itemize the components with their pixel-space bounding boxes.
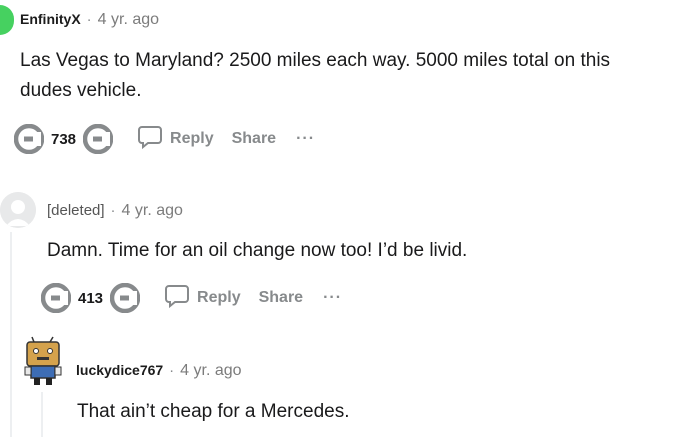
reply-label: Reply — [170, 130, 214, 147]
reply-button[interactable]: Reply — [164, 283, 241, 314]
avatar[interactable] — [0, 5, 14, 35]
deleted-user-icon — [0, 192, 36, 228]
upvote-icon[interactable] — [14, 124, 44, 154]
comment-body-line: Las Vegas to Maryland? 2500 miles each w… — [20, 50, 611, 71]
share-label: Share — [258, 289, 304, 306]
reply-button[interactable]: Reply — [137, 124, 214, 155]
comment-body-line: dudes vehicle. — [20, 80, 142, 101]
timestamp[interactable]: 4 yr. ago — [122, 202, 183, 220]
vote-count: 413 — [78, 289, 104, 307]
meta-separator: · — [110, 202, 116, 219]
share-button[interactable]: Share — [259, 289, 303, 307]
avatar[interactable] — [0, 192, 36, 228]
vote-count: 738 — [51, 130, 77, 148]
meta-separator: · — [86, 11, 92, 28]
timestamp[interactable]: 4 yr. ago — [98, 11, 159, 29]
comment-meta: luckydice767 · 4 yr. ago — [76, 362, 242, 380]
share-button[interactable]: Share — [232, 130, 276, 148]
speech-bubble-icon — [164, 283, 190, 314]
comment-meta: [deleted] · 4 yr. ago — [47, 202, 183, 220]
share-label: Share — [231, 130, 277, 147]
timestamp[interactable]: 4 yr. ago — [180, 362, 241, 380]
downvote-icon[interactable] — [110, 283, 141, 313]
comment-actions: 413 Reply Share ··· — [41, 280, 342, 316]
vote-controls: 738 — [14, 124, 114, 154]
comment-body: Las Vegas to Maryland? 2500 miles each w… — [20, 46, 610, 106]
username[interactable]: EnfinityX — [20, 11, 81, 27]
more-options-button[interactable]: ··· — [296, 130, 315, 148]
meta-separator: · — [169, 362, 175, 379]
comment-actions: 738 Reply Share ··· — [14, 121, 315, 157]
comment-body: Damn. Time for an oil change now too! I’… — [47, 240, 468, 261]
username[interactable]: luckydice767 — [76, 362, 163, 378]
thread-line-level-2[interactable] — [41, 392, 43, 437]
thread-line-level-1[interactable] — [10, 232, 12, 437]
username: [deleted] — [47, 202, 105, 219]
dice-avatar-icon — [24, 336, 62, 385]
upvote-icon[interactable] — [41, 283, 71, 313]
reply-label: Reply — [197, 289, 241, 306]
comment-body: That ain’t cheap for a Mercedes. — [77, 401, 350, 422]
more-options-button[interactable]: ··· — [323, 289, 342, 307]
avatar[interactable] — [22, 336, 64, 386]
comment-meta: EnfinityX · 4 yr. ago — [20, 11, 159, 29]
speech-bubble-icon — [137, 124, 163, 155]
downvote-icon[interactable] — [83, 124, 114, 154]
vote-controls: 413 — [41, 283, 141, 313]
